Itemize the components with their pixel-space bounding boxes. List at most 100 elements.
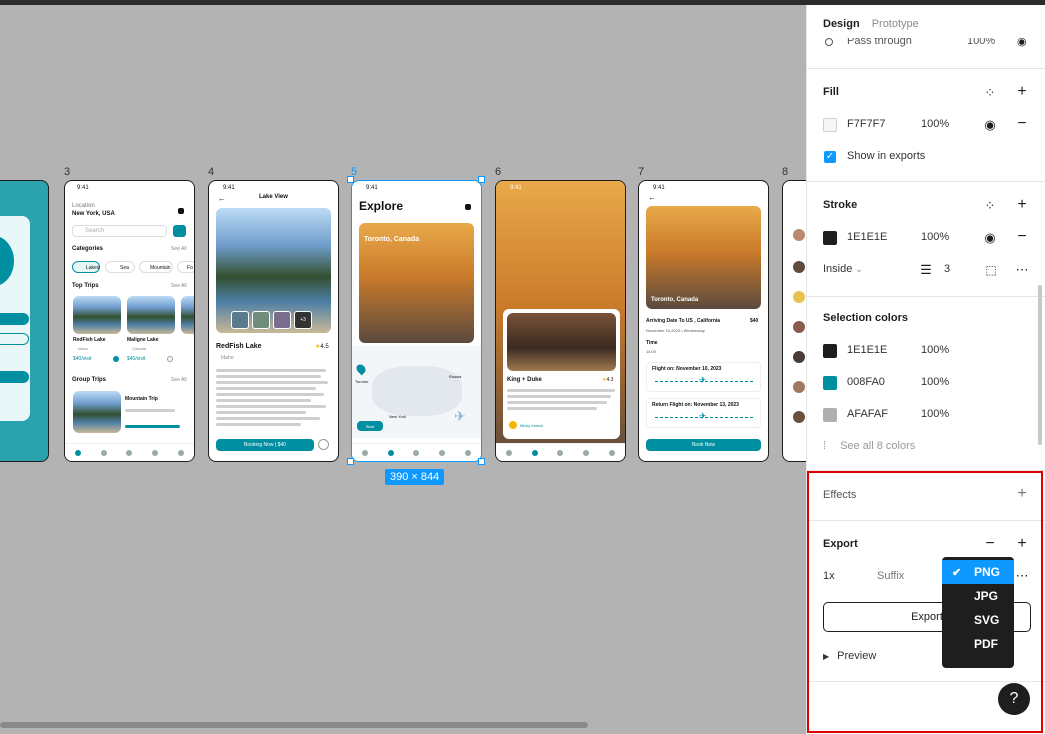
frame-5[interactable]: 9:41 Explore Toronto, Canada Toronto Rus… [351,180,482,462]
stroke-swatch[interactable] [823,231,837,245]
heart-icon[interactable] [318,439,329,450]
style-grid-icon[interactable]: ⁘ [982,85,998,101]
search-input[interactable]: Search [72,225,167,237]
start-button[interactable]: Start [357,421,383,431]
map-pin-icon[interactable] [387,449,394,456]
selection-color-hex[interactable]: 008FA0 [847,376,885,388]
selection-color-opacity[interactable]: 100% [921,376,949,388]
help-button[interactable]: ? [998,683,1030,715]
horizontal-scrollbar[interactable] [0,722,588,728]
place-card[interactable]: King + Duke ★4.3 Micky Irnieck [503,309,620,439]
remove-fill-icon[interactable]: − [1014,115,1030,132]
selection-color-opacity[interactable]: 100% [921,408,949,420]
frame-3[interactable]: 9:41 Location New York, USA Search Categ… [64,180,195,462]
frame-7[interactable]: 9:41 ← Toronto, Canada Arriving Date To … [638,180,769,462]
flight-card[interactable]: Flight on: November 10, 2023 ✈ [646,362,761,392]
back-arrow-icon[interactable]: ← [218,194,226,203]
format-option-svg[interactable]: SVG [942,608,1014,632]
format-option-pdf[interactable]: PDF [942,632,1014,656]
more-options-icon[interactable]: ⋯ [1014,262,1030,278]
frame-8[interactable] [782,180,806,462]
filter-button[interactable] [173,225,186,237]
heart-icon[interactable] [583,449,590,456]
map-pin-icon[interactable] [354,362,368,376]
selection-color-swatch[interactable] [823,408,837,422]
book-now-button[interactable]: Book Now [646,439,761,451]
add-stroke-icon[interactable]: + [1014,196,1030,213]
see-all-link[interactable]: See All [171,283,187,289]
stroke-sides-icon[interactable]: ⬚ [983,262,999,278]
home-icon[interactable] [505,449,512,456]
profile-icon[interactable] [178,449,185,456]
selection-color-hex[interactable]: AFAFAF [847,408,888,420]
show-in-exports-checkbox[interactable]: ✓ [824,151,836,163]
stroke-hex[interactable]: 1E1E1E [847,231,887,243]
chat-icon[interactable] [126,449,133,456]
thumbnail[interactable] [252,311,270,329]
blend-mode-select[interactable]: Pass through [847,38,912,47]
frame-2[interactable] [0,180,49,462]
more-thumbnails[interactable]: +3 [294,311,312,329]
group-trip-image[interactable] [73,391,121,433]
frame-4[interactable]: 9:41 ← Lake View +3 RedFish Lake ★4.5 Id… [208,180,339,462]
tab-prototype[interactable]: Prototype [872,18,919,30]
stroke-position-select[interactable]: Inside ⌄ [823,263,863,275]
trip-image[interactable] [181,296,194,334]
selection-color-opacity[interactable]: 100% [921,344,949,356]
profile-icon[interactable] [609,449,616,456]
heart-icon[interactable] [167,356,173,362]
chip-sea[interactable]: Sea [105,261,135,273]
resize-handle[interactable] [478,458,485,465]
eye-icon[interactable]: ◉ [982,117,998,133]
see-all-link[interactable]: See All [171,246,187,252]
eye-icon[interactable]: ◉ [1017,38,1027,48]
selection-color-swatch[interactable] [823,344,837,358]
add-fill-icon[interactable]: + [1014,83,1030,100]
remove-stroke-icon[interactable]: − [1014,228,1030,245]
see-all-colors-link[interactable]: ⁞ See all 8 colors [823,440,915,452]
format-option-png[interactable]: ✔ PNG [942,560,1014,584]
trip-image[interactable] [127,296,175,334]
tab-design[interactable]: Design [823,18,860,30]
chat-icon[interactable] [413,449,420,456]
design-canvas[interactable]: 3 9:41 Location New York, USA Search Cat… [0,5,806,734]
home-icon[interactable] [361,449,368,456]
export-format-dropdown[interactable]: ✔ PNG JPG SVG PDF [942,557,1014,668]
map-pin-icon[interactable] [531,449,538,456]
destination-image[interactable] [646,206,761,309]
stroke-weight[interactable]: 3 [944,263,950,275]
format-option-jpg[interactable]: JPG [942,584,1014,608]
heart-icon[interactable] [439,449,446,456]
eye-icon[interactable]: ◉ [982,230,998,246]
heart-icon[interactable] [152,449,159,456]
map-pin-icon[interactable] [100,449,107,456]
frame-6[interactable]: 9:41 King + Duke ★4.3 Micky Irnieck [495,180,626,462]
thumbnail[interactable] [273,311,291,329]
bell-icon[interactable] [178,208,184,214]
profile-icon[interactable] [465,449,472,456]
layer-opacity[interactable]: 100% [967,38,995,47]
restaurant-image[interactable] [507,313,616,371]
booking-button[interactable]: Booking Now | $40 [216,439,314,451]
home-icon[interactable] [74,449,81,456]
fill-opacity[interactable]: 100% [921,118,949,130]
stroke-weight-icon[interactable]: ☰ [918,262,934,278]
chip-forest[interactable]: Fo [177,261,194,273]
chip-mountain[interactable]: Mountain [139,261,173,273]
selection-color-swatch[interactable] [823,376,837,390]
chat-icon[interactable] [557,449,564,456]
bell-icon[interactable] [465,204,471,210]
fill-swatch[interactable] [823,118,837,132]
heart-icon[interactable] [113,356,119,362]
style-grid-icon[interactable]: ⁘ [982,198,998,214]
resize-handle[interactable] [347,176,354,183]
resize-handle[interactable] [478,176,485,183]
see-all-link[interactable]: See All [171,377,187,383]
return-flight-card[interactable]: Return Flight on: November 13, 2023 ✈ [646,398,761,428]
panel-scrollbar[interactable] [1038,285,1042,445]
stroke-opacity[interactable]: 100% [921,231,949,243]
resize-handle[interactable] [347,458,354,465]
map-view[interactable]: Toronto Russia New York ✈ Start [352,346,481,438]
back-arrow-icon[interactable]: ← [648,193,656,202]
thumbnail[interactable] [231,311,249,329]
